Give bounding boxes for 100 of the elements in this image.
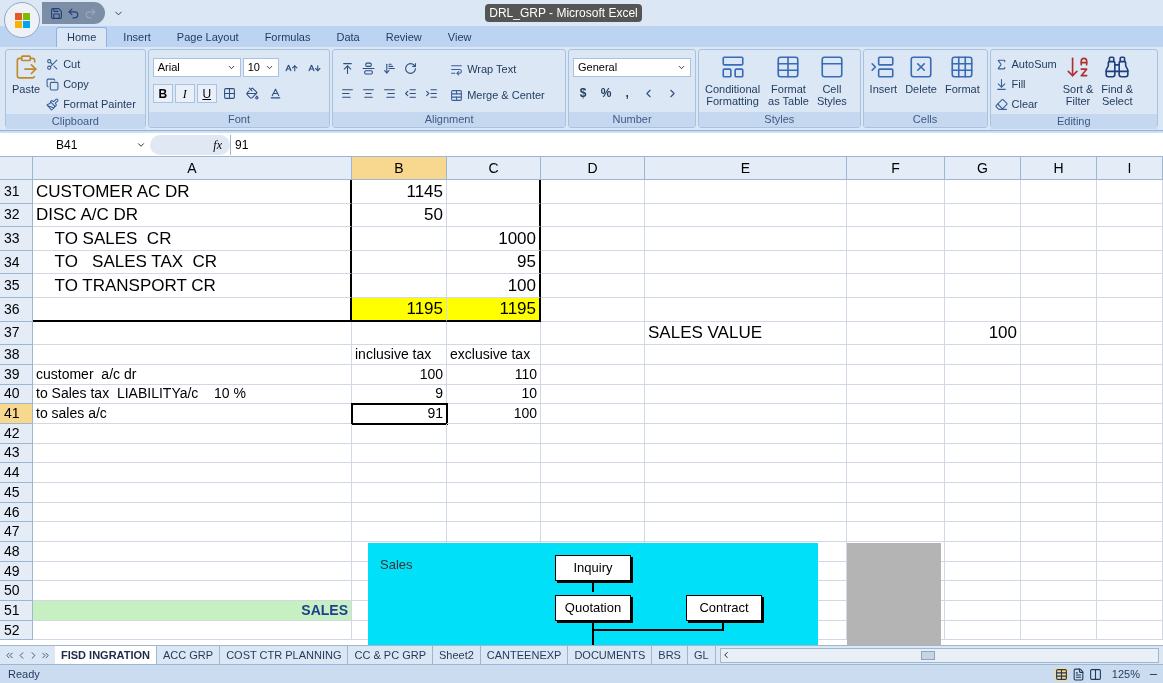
row-header[interactable]: 32 [0, 203, 33, 228]
merge-center-button[interactable]: Merge & Center [450, 85, 545, 105]
column-header[interactable]: I [1097, 157, 1163, 179]
sort-filter-button[interactable]: Sort & Filter [1060, 54, 1096, 107]
column-header[interactable]: B [352, 157, 447, 179]
styles-button[interactable]: Cell Styles [814, 54, 849, 107]
row-header[interactable]: 38 [0, 345, 33, 365]
styles-button[interactable]: Format as Table [766, 54, 811, 107]
page-break-view-icon[interactable] [1088, 667, 1102, 681]
table-cell: TO TRANSPORT CR [33, 274, 352, 298]
copy-button[interactable]: Copy [46, 74, 136, 94]
table-cell: 1195 [447, 297, 541, 322]
column-header[interactable]: E [645, 157, 847, 179]
row-header[interactable]: 43 [0, 443, 33, 464]
row-header[interactable]: 52 [0, 620, 33, 641]
row-header[interactable]: 31 [0, 180, 33, 204]
row-header[interactable]: 35 [0, 274, 33, 298]
bold-button[interactable]: B [152, 83, 173, 103]
font-size-field[interactable]: 10 [242, 58, 279, 77]
row-header[interactable]: 51 [0, 601, 33, 621]
underline-button[interactable]: U [196, 83, 217, 103]
styles-button[interactable]: Conditional Formatting [703, 54, 763, 107]
ribbon-tab[interactable]: Page Layout [166, 27, 249, 47]
number-format-field[interactable]: General [573, 58, 692, 77]
column-header[interactable]: F [847, 157, 945, 179]
paintbrush-icon [46, 97, 60, 111]
scrollbar-thumb[interactable] [920, 650, 935, 660]
column-header[interactable]: C [447, 157, 541, 179]
table-cell: 100 [945, 321, 1021, 346]
diagram-title: Sales [380, 556, 413, 574]
horizontal-scrollbar[interactable] [719, 647, 1159, 663]
name-box[interactable]: B41 [0, 134, 150, 155]
page-layout-view-icon[interactable] [1071, 667, 1085, 681]
normal-view-icon[interactable] [1054, 667, 1068, 681]
ribbon-tab[interactable]: Insert [113, 27, 161, 47]
font-name-field[interactable]: Arial [152, 58, 241, 77]
table-cell [1097, 384, 1163, 405]
sheet-tab[interactable]: FISD INGRATION [55, 646, 157, 664]
row-header[interactable]: 45 [0, 482, 33, 503]
table-cell [1097, 321, 1163, 346]
cells-button[interactable]: Format [942, 54, 982, 95]
italic-button[interactable]: I [174, 83, 195, 103]
row-header[interactable]: 46 [0, 502, 33, 523]
table-cell: exclusive tax [447, 345, 541, 365]
paint-bucket-icon [245, 86, 259, 100]
bottom-align-icon [383, 61, 397, 75]
group-label: Number [569, 112, 696, 127]
row-header[interactable]: 39 [0, 364, 33, 385]
window-title: DRL_GRP - Microsoft Excel [485, 4, 642, 22]
row-header[interactable]: 34 [0, 250, 33, 275]
row-header[interactable]: 50 [0, 581, 33, 602]
save-icon[interactable] [50, 6, 63, 20]
table-cell [1097, 502, 1163, 523]
row-header[interactable]: 41 [0, 404, 33, 424]
table-cell: inclusive tax [352, 345, 447, 365]
ribbon-tab[interactable]: Formulas [254, 27, 321, 47]
column-header[interactable]: D [541, 157, 645, 179]
zoom-level[interactable]: 125% [1103, 665, 1148, 683]
table-format-icon [775, 54, 802, 80]
wrap-text-button[interactable]: Wrap Text [450, 59, 545, 79]
ribbon-tab[interactable]: Review [375, 27, 432, 47]
row-header[interactable]: 33 [0, 227, 33, 251]
row-header[interactable]: 37 [0, 321, 33, 346]
table-cell: 9 [352, 384, 447, 405]
undo-icon[interactable] [67, 6, 80, 20]
format-painter-button[interactable]: Format Painter [46, 94, 136, 114]
row-header[interactable]: 47 [0, 522, 33, 543]
office-button-icon[interactable] [4, 2, 40, 38]
cut-button[interactable]: Cut [46, 54, 136, 74]
row-header[interactable]: 48 [0, 542, 33, 562]
paste-button[interactable]: Paste [10, 54, 43, 95]
table-cell: CUSTOMER AC DR [33, 180, 352, 204]
percent-button[interactable]: % [596, 83, 617, 102]
table-cell: 95 [447, 250, 541, 275]
table-cell [1097, 601, 1163, 621]
find-select-button[interactable]: Find & Select [1099, 54, 1136, 107]
formula-field[interactable]: 91 [230, 134, 1163, 155]
clear-button[interactable]: Clear [994, 94, 1057, 114]
row-header[interactable]: 40 [0, 384, 33, 405]
row-header[interactable]: 42 [0, 423, 33, 444]
table-cell [1097, 404, 1163, 424]
ribbon-tab[interactable]: Home [56, 27, 108, 47]
row-header[interactable]: 49 [0, 561, 33, 582]
ribbon-tab[interactable]: View [437, 27, 482, 47]
comma-button[interactable]: , [619, 83, 636, 102]
row-header[interactable]: 36 [0, 297, 33, 322]
column-header[interactable]: H [1021, 157, 1097, 179]
ribbon-tab[interactable]: Data [326, 27, 370, 47]
autosum-button[interactable]: AutoSum [994, 54, 1057, 74]
currency-button[interactable]: $ [573, 83, 594, 102]
row-header[interactable]: 44 [0, 463, 33, 483]
column-header[interactable]: G [945, 157, 1021, 179]
insert-function-button[interactable]: fx [213, 135, 222, 154]
wrap-text-icon [450, 62, 464, 76]
fill-button[interactable]: Fill [994, 74, 1057, 94]
align-left-icon [341, 86, 355, 100]
table-cell [1097, 250, 1163, 275]
cells-button[interactable]: Insert [867, 54, 900, 95]
group-label: Alignment [333, 112, 566, 127]
cells-button[interactable]: Delete [903, 54, 939, 95]
